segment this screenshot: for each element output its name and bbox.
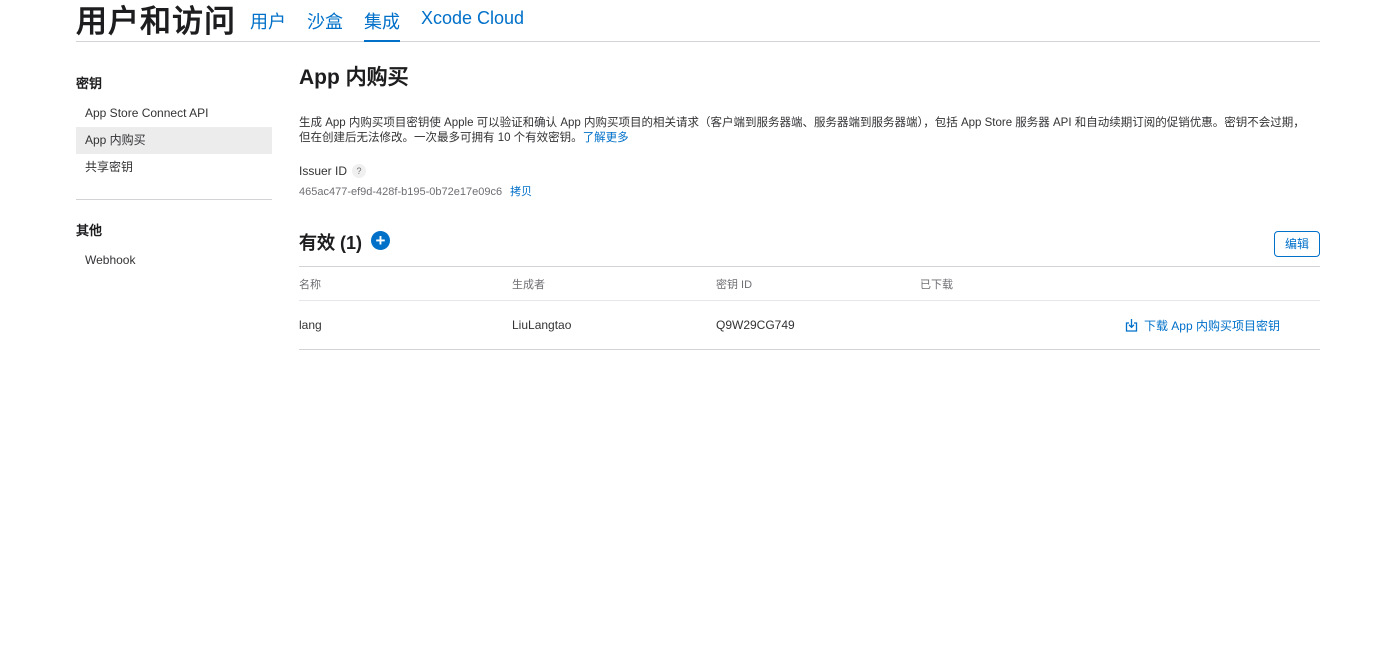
sidebar-item-in-app-purchase[interactable]: App 内购买 — [76, 127, 272, 154]
keys-table: 名称 生成者 密钥 ID 已下载 lang LiuLangtao Q9W29CG… — [299, 266, 1320, 350]
page-title: 用户和访问 — [76, 4, 236, 39]
tab-integrations[interactable]: 集成 — [364, 8, 400, 42]
tab-users[interactable]: 用户 — [250, 8, 286, 42]
tab-sandbox[interactable]: 沙盒 — [307, 8, 343, 42]
table-row: lang LiuLangtao Q9W29CG749 下载 App 内购买项目密… — [299, 301, 1320, 350]
sidebar-group-other: 其他 — [76, 223, 103, 238]
column-header-name: 名称 — [299, 278, 321, 291]
page-header: 用户和访问 用户 沙盒 集成 Xcode Cloud — [76, 0, 1320, 42]
cell-creator: LiuLangtao — [512, 318, 572, 332]
description-text: 生成 App 内购买项目密钥使 Apple 可以验证和确认 App 内购买项目的… — [299, 117, 1305, 144]
learn-more-link[interactable]: 了解更多 — [583, 132, 629, 144]
sidebar-group-keys: 密钥 — [76, 76, 103, 91]
tab-xcode-cloud[interactable]: Xcode Cloud — [421, 8, 524, 42]
download-icon — [1125, 319, 1138, 332]
column-header-creator: 生成者 — [512, 278, 545, 291]
sidebar-divider — [76, 199, 272, 200]
copy-button[interactable]: 拷贝 — [510, 186, 532, 198]
issuer-id-label-text: Issuer ID — [299, 164, 348, 178]
edit-button[interactable]: 编辑 — [1274, 231, 1320, 257]
column-header-downloaded: 已下载 — [920, 278, 953, 291]
section-title: App 内购买 — [299, 66, 409, 89]
active-keys-title: 有效 (1) — [299, 233, 362, 253]
sidebar: 密钥 App Store Connect API App 内购买 共享密钥 其他… — [76, 74, 272, 274]
tab-bar: 用户 沙盒 集成 Xcode Cloud — [250, 8, 545, 42]
download-key-link[interactable]: 下载 App 内购买项目密钥 — [1125, 317, 1280, 334]
cell-name: lang — [299, 318, 322, 332]
issuer-id-row: 465ac477-ef9d-428f-b195-0b72e17e09c6 拷贝 — [299, 184, 1320, 200]
cell-key-id: Q9W29CG749 — [716, 318, 795, 332]
table-header: 名称 生成者 密钥 ID 已下载 — [299, 267, 1320, 301]
add-key-button[interactable]: + — [371, 231, 390, 250]
sidebar-item-webhook[interactable]: Webhook — [76, 247, 272, 274]
active-keys-header: 有效 (1) + 编辑 — [299, 226, 1320, 266]
issuer-id-value: 465ac477-ef9d-428f-b195-0b72e17e09c6 — [299, 186, 503, 198]
sidebar-item-app-store-connect-api[interactable]: App Store Connect API — [76, 100, 272, 127]
description: 生成 App 内购买项目密钥使 Apple 可以验证和确认 App 内购买项目的… — [299, 116, 1314, 146]
help-icon[interactable]: ? — [352, 164, 367, 178]
issuer-id-label: Issuer ID ? — [299, 163, 1320, 179]
main-content: App 内购买 生成 App 内购买项目密钥使 Apple 可以验证和确认 Ap… — [299, 62, 1320, 350]
column-header-key-id: 密钥 ID — [716, 278, 753, 291]
sidebar-item-shared-secret[interactable]: 共享密钥 — [76, 154, 272, 181]
download-key-label: 下载 App 内购买项目密钥 — [1143, 318, 1280, 333]
